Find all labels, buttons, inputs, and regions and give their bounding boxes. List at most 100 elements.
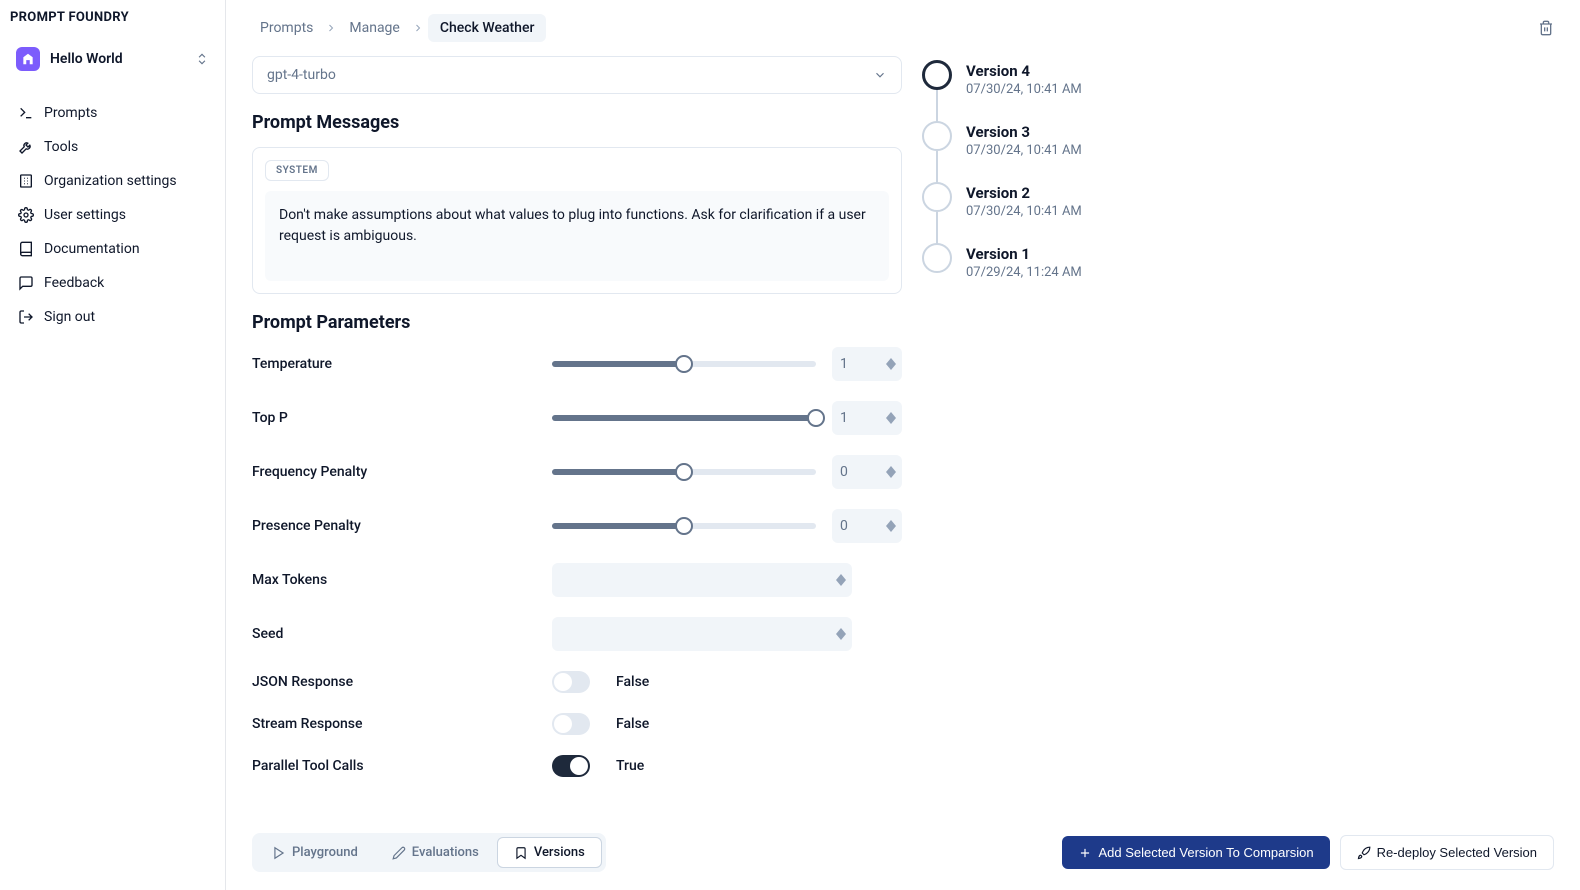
tab-playground[interactable]: Playground <box>256 837 374 868</box>
param-seed: Seed <box>252 617 902 651</box>
sidebar-item-user-settings[interactable]: User settings <box>8 199 217 231</box>
param-top-p: Top P 1 <box>252 401 902 435</box>
param-label: JSON Response <box>252 674 552 690</box>
bookmark-icon <box>514 846 528 860</box>
brand-title: PROMPT FOUNDRY <box>8 10 217 41</box>
toggle-value-label: False <box>616 674 649 690</box>
parallel-tool-calls-toggle[interactable] <box>552 755 590 777</box>
slider-thumb[interactable] <box>807 409 825 427</box>
plus-icon <box>1078 846 1092 860</box>
prompt-parameters-title: Prompt Parameters <box>252 312 902 333</box>
frequency-penalty-input[interactable]: 0 <box>832 455 902 489</box>
version-title: Version 3 <box>966 123 1082 141</box>
main-panel: Prompts Manage Check Weather gpt-4-turbo <box>226 0 1580 890</box>
input-value: 0 <box>840 464 848 480</box>
breadcrumb-root[interactable]: Prompts <box>252 16 321 40</box>
model-select[interactable]: gpt-4-turbo <box>252 56 902 94</box>
stepper-icon[interactable] <box>886 466 896 478</box>
version-item[interactable]: Version 3 07/30/24, 10:41 AM <box>922 121 1162 182</box>
sidebar-item-label: Documentation <box>44 241 140 257</box>
version-title: Version 2 <box>966 184 1082 202</box>
book-icon <box>18 241 34 257</box>
json-response-toggle[interactable] <box>552 671 590 693</box>
sidebar-item-label: Sign out <box>44 309 95 325</box>
gear-icon <box>18 207 34 223</box>
stepper-icon[interactable] <box>836 628 846 640</box>
sidebar-item-prompts[interactable]: Prompts <box>8 97 217 129</box>
button-label: Add Selected Version To Comparsion <box>1098 845 1313 860</box>
tab-evaluations[interactable]: Evaluations <box>376 837 495 868</box>
add-to-comparison-button[interactable]: Add Selected Version To Comparsion <box>1062 836 1329 869</box>
tab-label: Versions <box>534 845 585 860</box>
version-dot[interactable] <box>922 121 952 151</box>
workspace-icon <box>16 47 40 71</box>
version-dot[interactable] <box>922 243 952 273</box>
toggle-value-label: True <box>616 758 644 774</box>
version-date: 07/29/24, 11:24 AM <box>966 265 1082 280</box>
param-label: Top P <box>252 410 552 426</box>
versions-panel: Version 4 07/30/24, 10:41 AM Version 3 0… <box>922 56 1162 819</box>
stepper-icon[interactable] <box>886 358 896 370</box>
temperature-slider[interactable] <box>552 361 816 367</box>
param-presence-penalty: Presence Penalty 0 <box>252 509 902 543</box>
param-json-response: JSON Response False <box>252 671 902 693</box>
chevron-right-icon <box>325 22 337 34</box>
play-icon <box>272 846 286 860</box>
version-item[interactable]: Version 4 07/30/24, 10:41 AM <box>922 60 1162 121</box>
rocket-icon <box>1357 846 1371 860</box>
sidebar-item-documentation[interactable]: Documentation <box>8 233 217 265</box>
wrench-icon <box>18 139 34 155</box>
top-p-slider[interactable] <box>552 415 816 421</box>
toggle-value-label: False <box>616 716 649 732</box>
presence-penalty-slider[interactable] <box>552 523 816 529</box>
stepper-icon[interactable] <box>886 520 896 532</box>
max-tokens-input[interactable] <box>552 563 852 597</box>
workspace-switcher[interactable]: Hello World <box>8 41 217 77</box>
version-item[interactable]: Version 1 07/29/24, 11:24 AM <box>922 243 1162 304</box>
seed-input[interactable] <box>552 617 852 651</box>
param-label: Seed <box>252 626 552 642</box>
slider-thumb[interactable] <box>675 355 693 373</box>
sidebar-item-feedback[interactable]: Feedback <box>8 267 217 299</box>
tab-versions[interactable]: Versions <box>497 837 602 868</box>
footer: Playground Evaluations Versions Add Sele… <box>226 819 1580 890</box>
sidebar-item-label: Prompts <box>44 105 97 121</box>
breadcrumb: Prompts Manage Check Weather <box>252 14 1538 42</box>
stepper-icon[interactable] <box>886 412 896 424</box>
version-title: Version 4 <box>966 62 1082 80</box>
version-dot-selected[interactable] <box>922 60 952 90</box>
sidebar-item-tools[interactable]: Tools <box>8 131 217 163</box>
param-label: Max Tokens <box>252 572 552 588</box>
sidebar-item-label: Organization settings <box>44 173 177 189</box>
breadcrumb-current: Check Weather <box>428 14 547 42</box>
param-label: Stream Response <box>252 716 552 732</box>
sidebar-nav: Prompts Tools Organization settings User… <box>8 97 217 333</box>
temperature-input[interactable]: 1 <box>832 347 902 381</box>
message-body[interactable]: Don't make assumptions about what values… <box>265 191 889 281</box>
model-select-value: gpt-4-turbo <box>267 67 336 83</box>
sidebar-item-sign-out[interactable]: Sign out <box>8 301 217 333</box>
message-card: SYSTEM Don't make assumptions about what… <box>252 147 902 294</box>
slider-thumb[interactable] <box>675 463 693 481</box>
stream-response-toggle[interactable] <box>552 713 590 735</box>
logout-icon <box>18 309 34 325</box>
version-date: 07/30/24, 10:41 AM <box>966 82 1082 97</box>
param-max-tokens: Max Tokens <box>252 563 902 597</box>
chevrons-up-down-icon <box>195 52 209 66</box>
breadcrumb-section[interactable]: Manage <box>341 16 407 40</box>
version-dot[interactable] <box>922 182 952 212</box>
stepper-icon[interactable] <box>836 574 846 586</box>
version-item[interactable]: Version 2 07/30/24, 10:41 AM <box>922 182 1162 243</box>
top-p-input[interactable]: 1 <box>832 401 902 435</box>
sidebar-item-organization-settings[interactable]: Organization settings <box>8 165 217 197</box>
param-label: Parallel Tool Calls <box>252 758 552 774</box>
delete-button[interactable] <box>1538 20 1554 36</box>
presence-penalty-input[interactable]: 0 <box>832 509 902 543</box>
sidebar: PROMPT FOUNDRY Hello World Prompts Tools <box>0 0 226 890</box>
redeploy-button[interactable]: Re-deploy Selected Version <box>1340 835 1554 870</box>
frequency-penalty-slider[interactable] <box>552 469 816 475</box>
chat-icon <box>18 275 34 291</box>
param-label: Temperature <box>252 356 552 372</box>
input-value: 0 <box>840 518 848 534</box>
slider-thumb[interactable] <box>675 517 693 535</box>
